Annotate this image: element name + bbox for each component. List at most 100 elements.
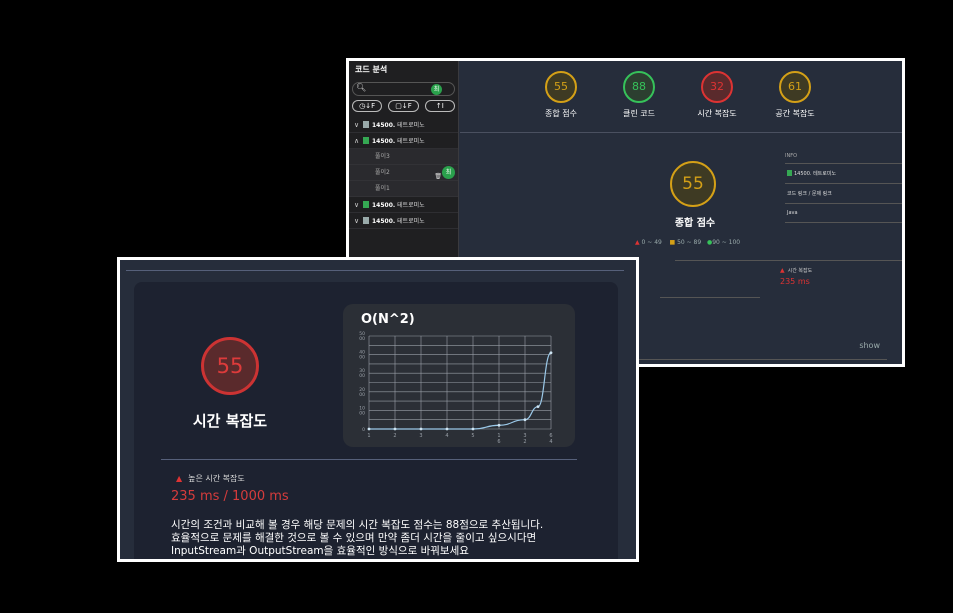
chevron-down-icon[interactable]: ∨ <box>354 197 363 213</box>
time-complexity-card: 55 시간 복잡도 O(N^2) 0 10 00 20 00 30 00 40 00 50 00 1 2… <box>134 282 618 559</box>
sort-by-score-button[interactable]: ↑I <box>424 100 455 112</box>
complexity-chart: O(N^2) 0 10 00 20 00 30 00 40 00 50 00 1 2 3 4 5 1 6 3 2 6 4 <box>343 304 575 447</box>
score-time-complexity[interactable]: 32 시간 복잡도 <box>682 71 752 119</box>
file-icon <box>363 137 369 144</box>
info-problem: 14500. 테트로미노 <box>785 164 902 184</box>
info-problem-text: 14500. 테트로미노 <box>794 171 837 177</box>
x-tick-label: 6 <box>497 439 500 445</box>
search-input[interactable]: 🔍︎ 최 <box>352 82 455 96</box>
divider <box>126 270 624 271</box>
user-icon <box>363 121 369 128</box>
score-summary: 55 종합 점수 88 클린 코드 32 시간 복잡도 61 공간 복잡도 <box>460 61 902 133</box>
description-line: 효율적으로 문제를 해결한 것으로 볼 수 있으며 만약 좀더 시간을 줄이고 … <box>171 532 537 544</box>
user-icon <box>363 217 369 224</box>
data-point <box>549 351 553 355</box>
execution-time: 235 ms / 1000 ms <box>171 489 289 504</box>
problem-name: 테트로미노 <box>397 218 425 225</box>
data-point <box>419 427 423 431</box>
problem-code: 14500. <box>372 138 396 145</box>
y-tick-label: 00 <box>359 336 365 342</box>
tree-item[interactable]: ∨ 14500. 테트로미노 <box>349 197 458 213</box>
y-tick-label: 00 <box>359 373 365 379</box>
score-circle: 32 <box>701 71 733 103</box>
data-point <box>497 423 501 427</box>
show-link[interactable]: show <box>859 341 880 350</box>
data-point <box>367 427 371 431</box>
solution-label: 풀이2 <box>375 169 390 176</box>
description-line: 시간의 조건과 비교해 볼 경우 해당 문제의 시간 복잡도 점수는 88점으로… <box>171 519 544 531</box>
solution-item[interactable]: 풀이1 <box>349 181 458 197</box>
tree-item[interactable]: ∨ 14500. 테트로미노 <box>349 213 458 229</box>
legend-high: 90 ~ 100 <box>712 239 741 246</box>
score-space-complexity[interactable]: 61 공간 복잡도 <box>760 71 830 119</box>
x-tick-label: 2 <box>393 433 396 439</box>
warning-triangle-icon: ▲ <box>780 267 785 274</box>
warning-label: 높은 시간 복잡도 <box>188 474 245 483</box>
score-circle: 55 <box>545 71 577 103</box>
divider <box>610 359 887 360</box>
divider <box>675 260 902 261</box>
score-legend: ▲ 0 ~ 49 ■ 50 ~ 89 ●90 ~ 100 <box>635 239 740 246</box>
user-badge[interactable]: 최 <box>442 166 455 179</box>
score-label: 공간 복잡도 <box>775 109 815 118</box>
info-header: INFO <box>785 153 902 164</box>
x-tick-label: 4 <box>445 433 448 439</box>
x-tick-label: 3 <box>419 433 422 439</box>
solution-item-selected[interactable]: 풀이2 🗑︎ 최 <box>349 165 458 181</box>
info-panel: INFO 14500. 테트로미노 코드 링크 / 문제 링크 Java <box>785 153 902 223</box>
time-complexity-detail-window: 55 시간 복잡도 O(N^2) 0 10 00 20 00 30 00 40 00 50 00 1 2… <box>117 257 639 562</box>
sort-buttons: ◷↓F ▢↓F ↑I <box>352 100 455 112</box>
tree-item[interactable]: ∨ 14500. 테트로미노 <box>349 117 458 133</box>
legend-low: 0 ~ 49 <box>641 239 662 246</box>
data-point <box>471 427 475 431</box>
time-score-title: 시간 복잡도 <box>192 412 268 430</box>
problem-name: 테트로미노 <box>397 122 425 129</box>
chart-plot: 0100020003000400050001 2 3 4 5 163264 <box>359 331 553 445</box>
problem-code: 14500. <box>372 122 396 129</box>
chevron-down-icon[interactable]: ∨ <box>354 117 363 133</box>
score-overall[interactable]: 55 종합 점수 <box>526 71 596 119</box>
file-icon <box>363 201 369 208</box>
time-label: 시간 복잡도 <box>787 268 813 274</box>
warning-row: ▲ 높은 시간 복잡도 <box>176 473 245 484</box>
y-tick-label: 0 <box>362 427 365 433</box>
search-icon: 🔍︎ <box>356 83 367 92</box>
square-icon: ■ <box>669 239 676 246</box>
problem-code: 14500. <box>372 218 396 225</box>
triangle-icon: ▲ <box>635 239 640 246</box>
problem-name: 테트로미노 <box>397 202 425 209</box>
time-score-circle: 55 <box>201 337 259 395</box>
score-label: 종합 점수 <box>545 109 577 118</box>
warning-triangle-icon: ▲ <box>176 474 183 483</box>
data-point <box>393 427 397 431</box>
overall-score-label: 종합 점수 <box>674 218 716 229</box>
y-tick-label: 00 <box>359 355 365 361</box>
x-tick-label: 5 <box>471 433 474 439</box>
data-point <box>445 427 449 431</box>
sort-by-time-button[interactable]: ◷↓F <box>352 100 383 112</box>
solution-item[interactable]: 풀이3 <box>349 149 458 165</box>
sidebar-title: 코드 분석 <box>355 65 388 74</box>
y-tick-label: 00 <box>359 392 365 398</box>
divider <box>660 297 760 298</box>
data-point <box>523 418 527 422</box>
chevron-up-icon[interactable]: ∧ <box>354 133 363 149</box>
score-circle: 88 <box>623 71 655 103</box>
sort-by-file-button[interactable]: ▢↓F <box>388 100 419 112</box>
x-tick-label: 2 <box>523 439 526 445</box>
info-links[interactable]: 코드 링크 / 문제 링크 <box>785 184 902 204</box>
x-tick-label: 4 <box>549 439 552 445</box>
score-circle: 61 <box>779 71 811 103</box>
legend-mid: 50 ~ 89 <box>677 239 702 246</box>
chevron-down-icon[interactable]: ∨ <box>354 213 363 229</box>
x-tick-label: 1 <box>367 433 370 439</box>
time-value: 235 ms <box>780 277 810 286</box>
y-tick-label: 00 <box>359 410 365 416</box>
tree-item[interactable]: ∧ 14500. 테트로미노 <box>349 133 458 149</box>
problem-name: 테트로미노 <box>397 138 425 145</box>
user-badge[interactable]: 최 <box>431 84 442 95</box>
score-clean-code[interactable]: 88 클린 코드 <box>604 71 674 119</box>
overall-score-circle: 55 <box>670 161 716 207</box>
description: 시간의 조건과 비교해 볼 경우 해당 문제의 시간 복잡도 점수는 88점으로… <box>171 519 611 558</box>
time-info: ▲ 시간 복잡도 235 ms <box>780 267 812 286</box>
